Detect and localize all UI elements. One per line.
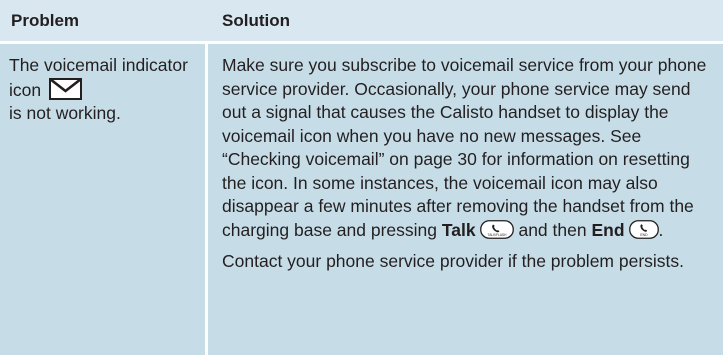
solution-paragraph-2: Contact your phone service provider if t… bbox=[222, 251, 685, 271]
problem-cell: The voicemail indicator icon is not work… bbox=[0, 44, 205, 355]
solution-paragraph-1-text: Make sure you subscribe to voicemail ser… bbox=[222, 55, 707, 240]
envelope-icon bbox=[48, 77, 82, 100]
solution-paragraph-1: Make sure you subscribe to voicemail ser… bbox=[222, 54, 717, 242]
solution-text: Make sure you subscribe to voicemail ser… bbox=[222, 54, 717, 274]
troubleshooting-table: Problem Solution The voicemail indicator… bbox=[0, 0, 723, 355]
end-key-label: END bbox=[640, 233, 648, 237]
table-header-row: Problem Solution bbox=[0, 0, 723, 41]
problem-text: The voicemail indicator icon is not work… bbox=[9, 54, 205, 126]
solution-cell: Make sure you subscribe to voicemail ser… bbox=[208, 44, 723, 355]
talk-key-label: TALK/FLASH bbox=[487, 233, 507, 237]
end-label: End bbox=[591, 219, 625, 240]
problem-text-after-icon: is not working. bbox=[9, 103, 121, 123]
problem-header: Problem bbox=[11, 11, 80, 30]
talk-key-icon: TALK/FLASH bbox=[479, 219, 514, 239]
table-row: The voicemail indicator icon is not work… bbox=[0, 44, 723, 355]
end-key-icon: END bbox=[628, 219, 659, 239]
talk-label: Talk bbox=[441, 219, 476, 240]
solution-header: Solution bbox=[222, 11, 290, 30]
and-then-text: and then bbox=[513, 219, 592, 240]
problem-text-before-icon: The voicemail indicator icon bbox=[9, 55, 188, 100]
period-text: . bbox=[658, 219, 664, 240]
